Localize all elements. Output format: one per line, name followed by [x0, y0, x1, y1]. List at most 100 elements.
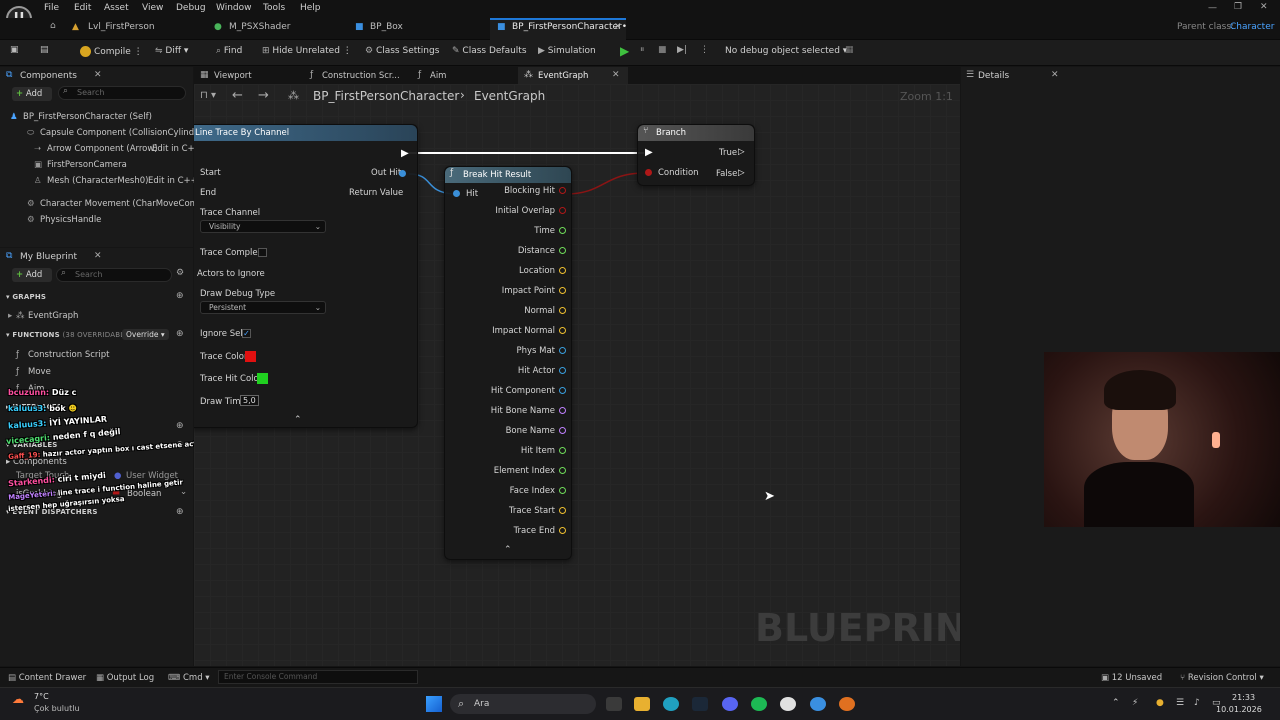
exec-in-pin[interactable]: ▶ — [645, 147, 653, 158]
event-graph-item[interactable]: EventGraph — [28, 311, 78, 321]
condition-pin-icon[interactable] — [645, 169, 652, 176]
override-dropdown[interactable]: Override ▾ — [122, 329, 169, 340]
break-hit-output-pin[interactable]: Normal — [444, 306, 566, 316]
menu-view[interactable]: View — [142, 3, 163, 13]
collapse-icon[interactable]: ⌃ — [504, 545, 512, 555]
home-icon[interactable]: ⌂ — [50, 21, 56, 31]
gear-icon[interactable]: ⚙ — [176, 268, 184, 278]
file-explorer-icon[interactable] — [634, 697, 650, 711]
tab-bp-box[interactable]: BP_Box — [370, 22, 403, 32]
find-button[interactable]: ⌕ Find — [216, 46, 242, 56]
break-hit-output-pin[interactable]: Distance — [444, 246, 566, 256]
edit-in-cpp-link[interactable]: Edit in C++ — [148, 176, 198, 186]
menu-tools[interactable]: Tools — [263, 3, 285, 13]
play-icon[interactable]: ▶ — [620, 44, 629, 58]
clock-date[interactable]: 10.01.2026 — [1216, 705, 1262, 714]
tab-viewport[interactable]: Viewport — [214, 71, 252, 81]
event-graph-canvas[interactable]: ⊓ ▾ ← → ⁂ BP_FirstPersonCharacter › Even… — [194, 84, 960, 666]
out-hit-pin-icon[interactable] — [399, 170, 406, 177]
windows-start-icon[interactable] — [426, 696, 442, 712]
break-hit-output-pin[interactable]: Blocking Hit — [444, 186, 566, 196]
output-pin-icon[interactable] — [559, 307, 566, 314]
output-pin-icon[interactable] — [559, 207, 566, 214]
collapse-icon[interactable]: ⌃ — [294, 415, 302, 425]
taskbar-search[interactable]: Ara — [450, 694, 596, 714]
break-hit-output-pin[interactable]: Hit Component — [444, 386, 566, 396]
add-function-icon[interactable]: ⊕ — [176, 329, 184, 339]
output-log-button[interactable]: ▦ Output Log — [96, 673, 154, 683]
menu-edit[interactable]: Edit — [74, 3, 91, 13]
discord-icon[interactable] — [722, 697, 738, 711]
step-icon[interactable]: ▶| — [677, 45, 687, 55]
component-movement[interactable]: Character Movement (CharMoveComp) — [40, 199, 207, 209]
component-arrow[interactable]: Arrow Component (Arrow) — [47, 144, 158, 154]
functions-header[interactable]: ▾ FUNCTIONS (38 OVERRIDABLE) — [6, 331, 132, 339]
steam-icon[interactable] — [692, 697, 708, 711]
break-hit-output-pin[interactable]: Hit Item — [444, 446, 566, 456]
tab-event-graph[interactable]: EventGraph — [538, 71, 588, 81]
close-window-icon[interactable]: ✕ — [1260, 2, 1268, 12]
output-pin-icon[interactable] — [559, 387, 566, 394]
debug-object-select[interactable]: No debug object selected ▾ — [725, 46, 847, 56]
compile-button[interactable]: Compile ⋮ — [80, 46, 143, 57]
close-panel-icon[interactable]: ✕ — [1051, 70, 1059, 80]
menu-window[interactable]: Window — [216, 3, 252, 13]
trace-hit-color-swatch[interactable] — [257, 373, 268, 384]
diff-button[interactable]: ⇋ Diff ▾ — [155, 46, 188, 56]
component-self[interactable]: BP_FirstPersonCharacter (Self) — [23, 112, 152, 122]
function-move[interactable]: Move — [28, 367, 51, 377]
output-pin-icon[interactable] — [559, 287, 566, 294]
function-construction-script[interactable]: Construction Script — [28, 350, 109, 360]
network-icon[interactable]: ⚡ — [1132, 698, 1138, 708]
output-pin-icon[interactable] — [559, 327, 566, 334]
output-pin-icon[interactable] — [559, 507, 566, 514]
close-panel-icon[interactable]: ✕ — [94, 251, 102, 261]
save-icon[interactable]: ▣ — [10, 45, 19, 55]
tab-lvl-firstperson[interactable]: Lvl_FirstPerson — [88, 22, 155, 32]
add-graph-icon[interactable]: ⊕ — [176, 291, 184, 301]
pin-end[interactable]: End — [200, 188, 216, 198]
add-interface-icon[interactable]: ⊕ — [176, 421, 184, 431]
exec-true-pin[interactable]: ▷ — [738, 147, 745, 157]
components-search-input[interactable]: Search — [58, 86, 186, 100]
class-defaults-button[interactable]: ✎ Class Defaults — [452, 46, 527, 56]
pin-condition[interactable]: Condition — [658, 168, 699, 178]
output-pin-icon[interactable] — [559, 447, 566, 454]
stop-icon[interactable]: ■ — [658, 45, 667, 55]
content-drawer-button[interactable]: ▤ Content Drawer — [8, 673, 86, 683]
break-hit-output-pin[interactable]: Impact Normal — [444, 326, 566, 336]
break-hit-output-pin[interactable]: Trace Start — [444, 506, 566, 516]
minimize-icon[interactable]: — — [1208, 3, 1217, 13]
break-hit-output-pin[interactable]: Initial Overlap — [444, 206, 566, 216]
spotify-icon[interactable] — [751, 697, 767, 711]
add-component-button[interactable]: + Add — [12, 87, 52, 101]
exec-false-pin[interactable]: ▷ — [738, 168, 745, 178]
parent-class-link[interactable]: Character — [1230, 22, 1274, 32]
pause-icon[interactable]: ⏸ — [640, 45, 645, 55]
volume-icon[interactable]: ♪ — [1194, 698, 1200, 708]
output-pin-icon[interactable] — [559, 487, 566, 494]
output-pin-icon[interactable] — [559, 247, 566, 254]
trace-color-swatch[interactable] — [245, 351, 256, 362]
wifi-icon[interactable]: ☰ — [1176, 698, 1184, 708]
close-panel-icon[interactable]: ✕ — [94, 70, 102, 80]
blender-icon[interactable] — [839, 697, 855, 711]
menu-asset[interactable]: Asset — [104, 3, 129, 13]
component-capsule[interactable]: Capsule Component (CollisionCylinder) — [40, 128, 206, 138]
task-view-icon[interactable] — [606, 697, 622, 711]
output-pin-icon[interactable] — [559, 267, 566, 274]
debug-filter-icon[interactable]: ▦ — [845, 45, 854, 55]
restore-icon[interactable]: ❐ — [1234, 2, 1242, 12]
draw-debug-type-dropdown[interactable]: Persistent ⌄ — [200, 301, 326, 314]
ignore-self-checkbox[interactable]: ✓ — [242, 329, 251, 338]
weather-desc[interactable]: Çok bulutlu — [34, 704, 80, 713]
add-member-button[interactable]: + Add — [12, 268, 52, 282]
hide-unrelated-button[interactable]: ⊞ Hide Unrelated ⋮ — [262, 46, 352, 56]
break-hit-output-pin[interactable]: Phys Mat — [444, 346, 566, 356]
menu-help[interactable]: Help — [300, 3, 321, 13]
browse-icon[interactable]: ▤ — [40, 45, 49, 55]
pin-out-hit[interactable]: Out Hit — [371, 168, 401, 178]
more-options-icon[interactable]: ⋮ — [700, 45, 709, 55]
component-physics-handle[interactable]: PhysicsHandle — [40, 215, 101, 225]
unsaved-button[interactable]: ▣ 12 Unsaved — [1101, 673, 1162, 683]
